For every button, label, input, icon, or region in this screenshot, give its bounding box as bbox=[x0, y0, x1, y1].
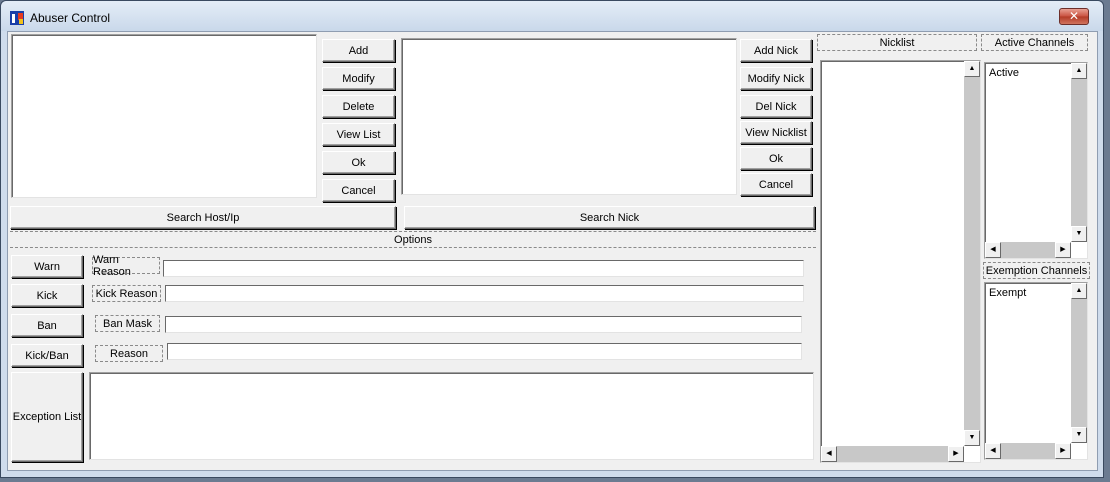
scroll-right-icon[interactable]: ▶ bbox=[948, 446, 964, 462]
add-host-button[interactable]: Add bbox=[322, 39, 395, 62]
scroll-down-icon[interactable]: ▼ bbox=[1071, 427, 1087, 443]
active-vscroll[interactable]: ▲ ▼ bbox=[1071, 63, 1087, 242]
exception-list-button[interactable]: Exception List bbox=[11, 372, 83, 462]
search-host-button[interactable]: Search Host/Ip bbox=[10, 206, 396, 229]
warn-reason-input[interactable] bbox=[163, 260, 804, 277]
scroll-up-icon[interactable]: ▲ bbox=[1071, 283, 1087, 299]
ban-mask-label: Ban Mask bbox=[95, 315, 160, 332]
scroll-up-icon[interactable]: ▲ bbox=[964, 61, 980, 77]
scroll-up-icon[interactable]: ▲ bbox=[1071, 63, 1087, 79]
exemption-channels-header-label: Exemption Channels bbox=[985, 264, 1088, 277]
active-hscroll[interactable]: ◀ ▶ bbox=[985, 242, 1071, 258]
abuser-control-window: Abuser Control ✕ Add Modify Delete View … bbox=[0, 0, 1104, 478]
delete-host-button[interactable]: Delete bbox=[322, 95, 395, 118]
active-channels-header-label: Active Channels bbox=[994, 36, 1075, 49]
exemption-channels-header: Exemption Channels bbox=[983, 262, 1090, 279]
exempt-channel-item[interactable]: Exempt bbox=[989, 287, 1026, 299]
modify-nick-button[interactable]: Modify Nick bbox=[740, 67, 812, 90]
search-nick-button[interactable]: Search Nick bbox=[404, 206, 815, 229]
options-header: Options bbox=[10, 231, 816, 248]
nicklist-header: Nicklist bbox=[817, 34, 977, 51]
active-channels-list[interactable]: Active ▲ ▼ ◀ ▶ bbox=[984, 62, 1088, 259]
scroll-right-icon[interactable]: ▶ bbox=[1055, 242, 1071, 258]
warn-button[interactable]: Warn bbox=[11, 255, 83, 278]
exempt-hscroll[interactable]: ◀ ▶ bbox=[985, 443, 1071, 459]
close-button[interactable]: ✕ bbox=[1059, 8, 1089, 25]
ok-nick-button[interactable]: Ok bbox=[740, 147, 812, 170]
del-nick-button[interactable]: Del Nick bbox=[740, 95, 812, 118]
nicklist-hscroll[interactable]: ◀ ▶ bbox=[821, 446, 964, 462]
cancel-nick-button[interactable]: Cancel bbox=[740, 173, 812, 196]
scroll-down-icon[interactable]: ▼ bbox=[964, 430, 980, 446]
nick-list[interactable] bbox=[401, 38, 737, 195]
client-area: Add Modify Delete View List Ok Cancel Ad… bbox=[7, 31, 1098, 471]
add-nick-button[interactable]: Add Nick bbox=[740, 39, 812, 62]
ban-mask-label-text: Ban Mask bbox=[103, 317, 152, 330]
active-channels-header: Active Channels bbox=[981, 34, 1088, 51]
exception-list[interactable] bbox=[89, 372, 814, 460]
title-bar[interactable]: Abuser Control ✕ bbox=[1, 1, 1103, 31]
kick-reason-label: Kick Reason bbox=[92, 285, 161, 302]
exemption-channels-list[interactable]: Exempt ▲ ▼ ◀ ▶ bbox=[984, 282, 1088, 460]
host-list[interactable] bbox=[11, 34, 317, 198]
cancel-host-button[interactable]: Cancel bbox=[322, 179, 395, 202]
nicklist-vscroll[interactable]: ▲ ▼ bbox=[964, 61, 980, 446]
ban-mask-input[interactable] bbox=[165, 316, 802, 333]
scroll-left-icon[interactable]: ◀ bbox=[985, 443, 1001, 459]
modify-host-button[interactable]: Modify bbox=[322, 67, 395, 90]
kick-button[interactable]: Kick bbox=[11, 284, 83, 307]
nicklist-box[interactable]: ▲ ▼ ◀ ▶ bbox=[820, 60, 981, 463]
active-channel-item[interactable]: Active bbox=[989, 67, 1019, 79]
view-list-button[interactable]: View List bbox=[322, 123, 395, 146]
kick-ban-button[interactable]: Kick/Ban bbox=[11, 344, 83, 367]
scroll-right-icon[interactable]: ▶ bbox=[1055, 443, 1071, 459]
scroll-left-icon[interactable]: ◀ bbox=[985, 242, 1001, 258]
reason-label-text: Reason bbox=[110, 347, 148, 360]
options-header-label: Options bbox=[394, 233, 432, 246]
app-icon bbox=[10, 11, 24, 25]
exempt-vscroll[interactable]: ▲ ▼ bbox=[1071, 283, 1087, 443]
scroll-down-icon[interactable]: ▼ bbox=[1071, 226, 1087, 242]
kick-reason-label-text: Kick Reason bbox=[95, 287, 158, 300]
reason-label: Reason bbox=[95, 345, 163, 362]
reason-input[interactable] bbox=[167, 343, 802, 360]
view-nicklist-button[interactable]: View Nicklist bbox=[740, 121, 812, 144]
nicklist-header-label: Nicklist bbox=[879, 36, 915, 49]
warn-reason-label: Warn Reason bbox=[92, 254, 160, 278]
close-icon: ✕ bbox=[1068, 9, 1080, 23]
ok-host-button[interactable]: Ok bbox=[322, 151, 395, 174]
window-title: Abuser Control bbox=[30, 11, 111, 25]
warn-reason-label-text: Warn Reason bbox=[93, 253, 131, 278]
ban-button[interactable]: Ban bbox=[11, 314, 83, 337]
kick-reason-input[interactable] bbox=[165, 285, 804, 302]
scroll-left-icon[interactable]: ◀ bbox=[821, 446, 837, 462]
